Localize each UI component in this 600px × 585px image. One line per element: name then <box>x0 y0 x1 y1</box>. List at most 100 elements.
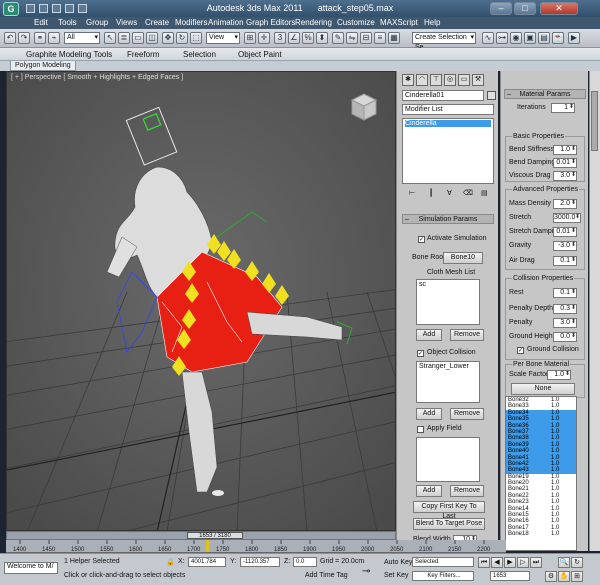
iterations-spinner[interactable]: 1 <box>551 103 575 113</box>
blend-to-target-button[interactable]: Blend To Target Pose <box>413 518 485 530</box>
bone-root-button[interactable]: Bone10 <box>443 252 483 264</box>
y-coordinate-field[interactable]: -1120.357 <box>240 557 280 567</box>
percent-snap-icon[interactable]: % <box>302 32 314 44</box>
penalty-spinner[interactable]: 3.0 <box>553 318 577 328</box>
rendered-frame-icon[interactable]: ▤ <box>538 32 550 44</box>
select-by-name-icon[interactable]: ≣ <box>118 32 130 44</box>
select-object-icon[interactable]: ↖ <box>104 32 116 44</box>
zoom-icon[interactable]: 🔍 <box>558 557 570 568</box>
menu-rendering[interactable]: Rendering <box>295 18 332 27</box>
goto-end-icon[interactable]: ⏭ <box>530 557 542 568</box>
set-key-button[interactable]: Set Key <box>384 572 409 579</box>
mirror-icon[interactable]: ⇋ <box>346 32 358 44</box>
ground-height-spinner[interactable]: 0.0 <box>553 332 577 342</box>
add-collision-button[interactable]: Add <box>416 408 442 420</box>
scale-icon[interactable]: ⬚ <box>190 32 202 44</box>
create-tab-icon[interactable]: ✱ <box>402 74 414 86</box>
display-tab-icon[interactable]: ▭ <box>458 74 470 86</box>
current-frame-field[interactable]: 1653 <box>490 571 530 581</box>
per-bone-list[interactable]: Bone32 1.0 Bone33 1.0 Bone34 1.0 Bone35 1.0 Bone… <box>505 396 577 551</box>
align-icon[interactable]: ⊟ <box>360 32 372 44</box>
menu-create[interactable]: Create <box>145 18 169 27</box>
tab-freeform[interactable]: Freeform <box>127 50 159 59</box>
pan-icon[interactable]: ✋ <box>558 571 570 582</box>
menu-help[interactable]: Help <box>424 18 440 27</box>
menu-tools[interactable]: Tools <box>58 18 77 27</box>
angle-snap-icon[interactable]: ∠ <box>288 32 300 44</box>
bone-list-row[interactable]: Bone18 1.0 <box>506 531 576 537</box>
show-end-result-icon[interactable]: ┃ <box>429 189 433 197</box>
orbit-icon[interactable]: ↻ <box>571 557 583 568</box>
unlink-icon[interactable]: ⌁ <box>48 32 60 44</box>
stretch-spinner[interactable]: 3000.0 <box>553 213 581 223</box>
list-item[interactable]: Stranger_Lower <box>419 363 477 370</box>
list-item[interactable]: sc <box>419 281 477 288</box>
air-drag-spinner[interactable]: 0.1 <box>553 256 577 266</box>
key-filters-button[interactable]: Key Filters... <box>412 571 474 581</box>
modify-tab-icon[interactable]: ◠ <box>416 74 428 86</box>
hierarchy-tab-icon[interactable]: ⊤ <box>430 74 442 86</box>
manipulate-icon[interactable]: ✛ <box>258 32 270 44</box>
copy-first-key-button[interactable]: Copy First Key To Last <box>413 501 485 520</box>
configure-sets-icon[interactable]: ▤ <box>481 189 488 197</box>
object-collision-checkbox[interactable]: ✓ <box>417 350 424 357</box>
reference-coord-dropdown[interactable]: View <box>206 32 240 44</box>
menu-customize[interactable]: Customize <box>337 18 375 27</box>
schematic-view-icon[interactable]: ⊶ <box>496 32 508 44</box>
prev-frame-icon[interactable]: ◀ <box>491 557 503 568</box>
tab-object-paint[interactable]: Object Paint <box>238 50 282 59</box>
lock-icon[interactable]: 🔒 <box>166 558 175 566</box>
pivot-center-icon[interactable]: ⊞ <box>244 32 256 44</box>
goto-start-icon[interactable]: ⏮ <box>478 557 490 568</box>
rest-spinner[interactable]: 0.1 <box>553 288 577 298</box>
bend-damping-spinner[interactable]: 0.01 <box>553 158 577 168</box>
pin-stack-icon[interactable]: ⊢ <box>409 189 415 197</box>
cloth-mesh-list[interactable]: sc <box>416 279 480 325</box>
redo-icon[interactable]: ↷ <box>18 32 30 44</box>
menu-graph-editors[interactable]: Graph Editors <box>246 18 295 27</box>
move-icon[interactable]: ✥ <box>162 32 174 44</box>
gravity-spinner[interactable]: -3.0 <box>553 241 577 251</box>
field-list[interactable] <box>416 437 480 482</box>
bend-stiffness-spinner[interactable]: 1.0 <box>553 145 577 155</box>
utilities-tab-icon[interactable]: ⚒ <box>472 74 484 86</box>
ground-collision-checkbox[interactable]: ✓ <box>517 347 524 354</box>
curve-editor-icon[interactable]: ∿ <box>482 32 494 44</box>
menu-group[interactable]: Group <box>86 18 108 27</box>
add-time-tag[interactable]: Add Time Tag <box>305 572 348 579</box>
graphite-toggle-icon[interactable]: ▦ <box>388 32 400 44</box>
mass-density-spinner[interactable]: 2.0 <box>553 199 577 209</box>
object-name-field[interactable]: Cinderella01 <box>402 90 484 101</box>
remove-field-button[interactable]: Remove <box>450 485 484 497</box>
modifier-stack[interactable]: Cinderella <box>402 118 494 184</box>
modifier-list-dropdown[interactable]: Modifier List <box>402 104 494 115</box>
time-config-icon[interactable]: ⚙ <box>545 571 557 582</box>
stack-item[interactable]: Cinderella <box>405 120 491 127</box>
window-crossing-icon[interactable]: ◫ <box>146 32 158 44</box>
remove-collision-button[interactable]: Remove <box>450 408 484 420</box>
maximize-button[interactable]: □ <box>514 2 536 15</box>
time-slider[interactable]: 1653 / 3180 <box>6 531 396 540</box>
next-frame-icon[interactable]: ▷ <box>517 557 529 568</box>
stretch-damping-spinner[interactable]: 0.01 <box>553 227 577 237</box>
key-icon[interactable]: ⊸ <box>362 566 370 577</box>
menu-edit[interactable]: Edit <box>34 18 48 27</box>
panel-scrollbar[interactable] <box>589 71 600 551</box>
track-bar[interactable]: 1400 1450 1500 1550 1600 1650 1700 1750 1800 1850… <box>6 540 506 553</box>
maxscript-listener[interactable]: Welcome to M/ <box>4 562 58 574</box>
play-icon[interactable]: ▶ <box>504 557 516 568</box>
tab-selection[interactable]: Selection <box>183 50 216 59</box>
z-coordinate-field[interactable]: 0.0 <box>293 557 317 567</box>
activate-simulation-checkbox[interactable]: ✓ <box>418 236 425 243</box>
material-editor-icon[interactable]: ◉ <box>510 32 522 44</box>
key-mode-dropdown[interactable]: Selected <box>412 557 474 567</box>
collision-object-list[interactable]: Stranger_Lower <box>416 361 480 403</box>
viscous-drag-spinner[interactable]: 3.0 <box>553 171 577 181</box>
viewport-label[interactable]: [ + ] Perspective [ Smooth + Highlights … <box>11 74 183 81</box>
menu-maxscript[interactable]: MAXScript <box>380 18 418 27</box>
maximize-viewport-icon[interactable]: ⊞ <box>571 571 583 582</box>
close-button[interactable]: ✕ <box>540 2 578 15</box>
time-slider-thumb[interactable]: 1653 / 3180 <box>187 532 243 539</box>
make-unique-icon[interactable]: ∀ <box>447 189 452 197</box>
snaps-toggle-icon[interactable]: 3 <box>274 32 286 44</box>
